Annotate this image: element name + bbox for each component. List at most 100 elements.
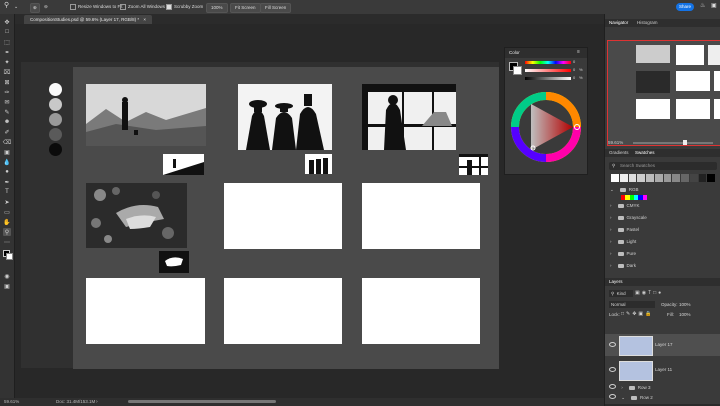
recent-swatches[interactable] bbox=[611, 174, 715, 182]
swatch-recent[interactable] bbox=[646, 174, 654, 182]
swatch-group-pure[interactable]: › Pure bbox=[607, 249, 717, 258]
brightness-value[interactable]: 0 bbox=[573, 75, 575, 80]
color-wheel[interactable] bbox=[511, 92, 581, 162]
horizontal-scrollbar[interactable] bbox=[128, 400, 276, 403]
fill-screen-button[interactable]: Fill Screen bbox=[260, 3, 292, 13]
tab-histogram[interactable]: Histogram bbox=[637, 20, 658, 25]
swatch-magenta[interactable] bbox=[642, 195, 647, 200]
blend-mode-select[interactable]: Normal bbox=[609, 301, 655, 308]
swatch-group-dark[interactable]: › Dark bbox=[607, 261, 717, 270]
pen-tool-icon[interactable]: ✒ bbox=[3, 178, 11, 186]
scrubby-zoom-checkbox[interactable]: Scrubby Zoom bbox=[166, 3, 203, 11]
layers-panel-title[interactable]: Layers bbox=[609, 279, 623, 284]
layer-filter-icons[interactable]: ▣◉T□● bbox=[635, 290, 717, 297]
navigator-zoom-slider[interactable] bbox=[633, 142, 713, 144]
zoom-tool-icon[interactable]: ⚲ bbox=[3, 228, 11, 236]
layer-group-row[interactable]: › Row 3 bbox=[605, 383, 715, 392]
eraser-tool-icon[interactable]: ⌫ bbox=[3, 138, 11, 146]
layer-group-name[interactable]: Row 2 bbox=[640, 395, 653, 400]
chevron-down-icon[interactable]: ⌄ bbox=[14, 3, 18, 11]
opacity-value[interactable]: 100% bbox=[679, 302, 691, 307]
zoom-in-icon[interactable]: ⊕ bbox=[30, 3, 40, 13]
swatch-recent[interactable] bbox=[681, 174, 689, 182]
artboard-tool-icon[interactable]: □ bbox=[3, 28, 11, 36]
tab-navigator[interactable]: Navigator bbox=[609, 20, 628, 25]
clone-stamp-icon[interactable]: ☻ bbox=[3, 118, 11, 126]
eye-icon[interactable] bbox=[609, 367, 616, 372]
rectangle-tool-icon[interactable]: ▭ bbox=[3, 208, 11, 216]
swatch-recent[interactable] bbox=[672, 174, 680, 182]
composition-study-9[interactable] bbox=[362, 278, 480, 344]
saturation-value[interactable]: 0 bbox=[573, 67, 575, 72]
hand-tool-icon[interactable]: ✋ bbox=[3, 218, 11, 226]
zoom-all-checkbox[interactable]: Zoom All Windows bbox=[120, 3, 165, 11]
dodge-tool-icon[interactable]: ● bbox=[3, 168, 11, 176]
lock-icons[interactable]: □✎✥▣🔒 bbox=[621, 311, 653, 317]
swatch-recent[interactable] bbox=[611, 174, 619, 182]
layer-row[interactable]: Layer 11 bbox=[605, 359, 720, 381]
swatch-recent[interactable] bbox=[663, 174, 672, 182]
eye-icon[interactable] bbox=[609, 394, 616, 399]
study-2-thumbnail[interactable] bbox=[305, 154, 332, 174]
more-tools-icon[interactable]: ⋯ bbox=[3, 238, 11, 246]
composition-study-8[interactable] bbox=[224, 278, 342, 344]
swatch-recent[interactable] bbox=[707, 174, 715, 182]
layer-name[interactable]: Layer 17 bbox=[655, 342, 673, 347]
lasso-tool-icon[interactable]: ⚭ bbox=[3, 48, 11, 56]
fit-screen-button[interactable]: Fit Screen bbox=[230, 3, 261, 13]
navigator-zoom-value[interactable]: 59.61% bbox=[608, 140, 623, 145]
close-icon[interactable]: × bbox=[143, 17, 146, 22]
hue-value[interactable]: 0 bbox=[573, 59, 575, 64]
status-doc-size[interactable]: Doc: 31.4M/153.1M bbox=[56, 398, 95, 406]
tab-swatches[interactable]: Swatches bbox=[635, 150, 655, 155]
composition-study-6[interactable] bbox=[362, 183, 480, 249]
marquee-tool-icon[interactable]: ⬚ bbox=[3, 38, 11, 46]
eyedropper-icon[interactable]: ✑ bbox=[3, 88, 11, 96]
swatch-recent[interactable] bbox=[628, 174, 637, 182]
swatch-group-grayscale[interactable]: › Grayscale bbox=[607, 213, 717, 222]
layer-name[interactable]: Layer 11 bbox=[655, 367, 672, 372]
composition-study-1[interactable] bbox=[86, 84, 206, 146]
eye-icon[interactable] bbox=[609, 384, 616, 389]
swatch-group-cmyk[interactable]: › CMYK bbox=[607, 201, 717, 210]
healing-brush-icon[interactable]: ✉ bbox=[3, 98, 11, 106]
navigator-preview[interactable] bbox=[607, 40, 720, 146]
history-brush-icon[interactable]: ✐ bbox=[3, 128, 11, 136]
composition-study-7[interactable] bbox=[86, 278, 205, 344]
tab-gradients[interactable]: Gradients bbox=[609, 150, 629, 155]
swatch-search-field[interactable]: ⚲ Search Swatches bbox=[609, 162, 717, 170]
brush-tool-icon[interactable]: ✎ bbox=[3, 108, 11, 116]
document-tab[interactable]: CompositionStudies.psd @ 59.6% (Layer 17… bbox=[24, 15, 153, 24]
swatch-group-pastel[interactable]: › Pastel bbox=[607, 225, 717, 234]
composition-study-2[interactable] bbox=[238, 84, 332, 150]
swatch-recent[interactable] bbox=[637, 174, 645, 182]
fill-value[interactable]: 100% bbox=[679, 312, 691, 317]
move-tool-icon[interactable]: ✥ bbox=[3, 18, 11, 26]
magic-wand-icon[interactable]: ✦ bbox=[3, 58, 11, 66]
composition-study-5[interactable] bbox=[224, 183, 342, 249]
zoom-100-button[interactable]: 100% bbox=[206, 3, 228, 13]
chevron-right-icon[interactable]: › bbox=[96, 398, 98, 406]
color-swap-icon[interactable] bbox=[3, 250, 13, 260]
share-button[interactable]: Share bbox=[676, 3, 694, 11]
navigator-zoom-handle[interactable] bbox=[683, 140, 687, 145]
layer-group-row[interactable]: ⌄ Row 2 bbox=[605, 393, 715, 402]
eye-icon[interactable] bbox=[609, 342, 616, 347]
study-3-thumbnail[interactable] bbox=[459, 154, 488, 175]
layer-filter-kind[interactable]: ⚲ Kind bbox=[609, 290, 633, 297]
resize-windows-checkbox[interactable]: Resize Windows to Fit bbox=[70, 3, 123, 11]
swatch-group-light[interactable]: › Light bbox=[607, 237, 717, 246]
status-zoom[interactable]: 59.61% bbox=[4, 398, 19, 406]
swatch-group-rgb[interactable]: ⌄ RGB bbox=[607, 185, 717, 194]
swatch-recent[interactable] bbox=[619, 174, 628, 182]
gradient-tool-icon[interactable]: ▣ bbox=[3, 148, 11, 156]
layer-group-name[interactable]: Row 3 bbox=[638, 385, 651, 390]
swatch-recent[interactable] bbox=[698, 174, 707, 182]
zoom-out-icon[interactable]: ⊖ bbox=[44, 3, 48, 11]
frame-tool-icon[interactable]: ⊠ bbox=[3, 78, 11, 86]
composition-study-3[interactable] bbox=[362, 84, 456, 150]
hue-slider[interactable] bbox=[525, 61, 571, 64]
study-4-thumbnail[interactable] bbox=[159, 251, 189, 273]
saturation-slider[interactable] bbox=[525, 69, 571, 72]
bell-icon[interactable]: ♨ bbox=[700, 2, 705, 10]
